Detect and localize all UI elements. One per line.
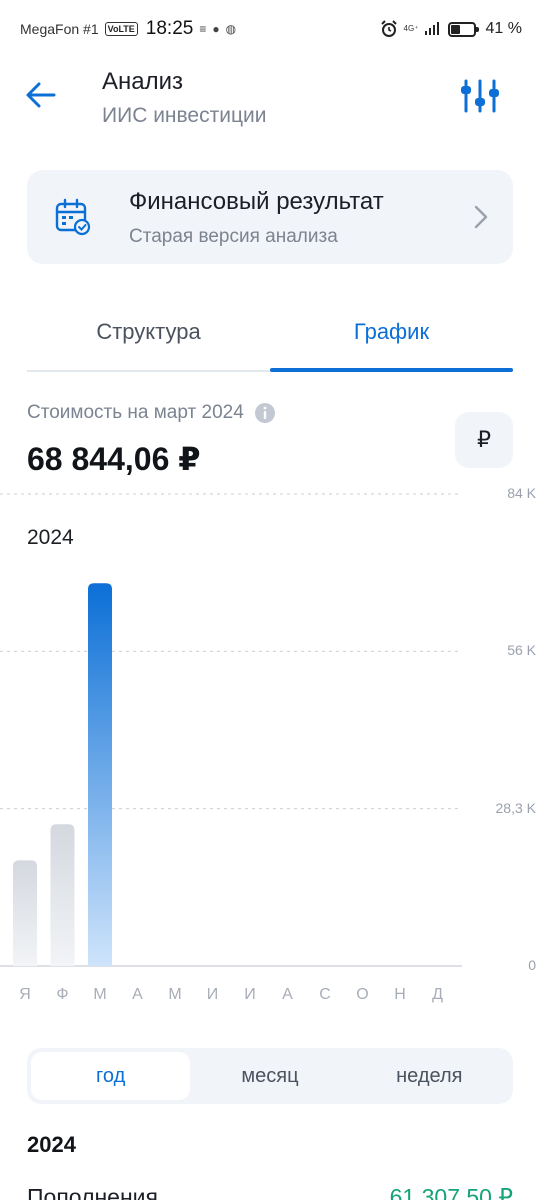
summary-row-value: 61 307,50 ₽ bbox=[389, 1184, 513, 1200]
chevron-right-icon bbox=[474, 205, 488, 229]
status-bar-left: MegaFon #1 VoLTE 18:25 ≡ ● ◍ bbox=[20, 18, 236, 40]
x-tick-label: А bbox=[282, 986, 293, 1003]
filter-sliders-icon[interactable] bbox=[460, 78, 500, 114]
x-tick-label: О bbox=[356, 986, 369, 1003]
notification-icon: ≡ bbox=[199, 22, 207, 36]
tab-structure[interactable]: Структура bbox=[27, 298, 270, 370]
period-week[interactable]: неделя bbox=[350, 1052, 509, 1100]
x-tick-label: Я bbox=[19, 986, 31, 1003]
y-tick-label: 84 K bbox=[507, 485, 536, 501]
x-tick-label: А bbox=[132, 986, 143, 1003]
portfolio-value-label: Стоимость на март 2024 bbox=[27, 402, 276, 424]
signal-icon bbox=[424, 22, 439, 35]
summary-row-deposits: Пополнения 61 307,50 ₽ bbox=[27, 1184, 513, 1200]
status-time: 18:25 bbox=[145, 18, 194, 39]
x-tick-label: И bbox=[244, 986, 256, 1003]
currency-toggle-button[interactable]: ₽ bbox=[455, 412, 513, 468]
battery-percent: 41 % bbox=[485, 20, 522, 37]
portfolio-value-amount: 68 844,06 ₽ bbox=[27, 441, 201, 477]
chart-bar[interactable] bbox=[88, 583, 112, 966]
x-tick-label: Ф bbox=[56, 986, 69, 1003]
x-tick-label: Д bbox=[432, 986, 443, 1003]
chart-canvas bbox=[0, 493, 462, 967]
period-month[interactable]: месяц bbox=[190, 1052, 349, 1100]
x-tick-label: С bbox=[319, 986, 331, 1003]
carrier-name: MegaFon #1 bbox=[20, 21, 99, 37]
alarm-icon bbox=[380, 20, 397, 37]
chart-year-label: 2024 bbox=[27, 526, 74, 549]
x-tick-label: М bbox=[168, 986, 182, 1003]
page-subtitle: ИИС инвестиции bbox=[102, 104, 267, 127]
network-type: 4G⁺ bbox=[403, 24, 419, 33]
y-tick-label: 28,3 K bbox=[495, 799, 536, 816]
chart-bar[interactable] bbox=[13, 860, 37, 966]
x-tick-label: И bbox=[206, 986, 219, 1003]
y-tick-label: 0 bbox=[528, 957, 536, 973]
period-year[interactable]: год bbox=[31, 1052, 191, 1100]
active-tab-indicator bbox=[270, 368, 513, 372]
portfolio-value-caption: Стоимость на март 2024 bbox=[27, 402, 244, 423]
battery-icon bbox=[447, 21, 479, 37]
chart-bar[interactable] bbox=[50, 824, 75, 966]
financial-result-subtitle: Старая версия анализа bbox=[129, 226, 338, 247]
calendar-check-icon bbox=[55, 198, 91, 236]
page-title: Анализ bbox=[102, 68, 184, 95]
summary-year: 2024 bbox=[27, 1132, 76, 1157]
volte-badge: VoLTE bbox=[104, 22, 138, 36]
info-icon[interactable] bbox=[254, 402, 276, 424]
summary-row-label: Пополнения bbox=[27, 1184, 158, 1200]
battery-level bbox=[450, 24, 460, 34]
chat-icon: ● bbox=[212, 22, 220, 36]
back-arrow-icon[interactable] bbox=[22, 76, 60, 114]
y-tick-label: 56 K bbox=[507, 642, 536, 659]
x-tick-label: Н bbox=[394, 986, 406, 1003]
financial-result-card[interactable]: Финансовый результат Старая версия анали… bbox=[27, 170, 513, 264]
period-selector: год месяц неделя bbox=[27, 1048, 513, 1104]
view-tabs: Структура График bbox=[27, 298, 513, 372]
app-header: Анализ ИИС инвестиции bbox=[0, 58, 540, 138]
status-bar-right: 4G⁺ 41 % bbox=[380, 20, 522, 38]
app-icon: ◍ bbox=[225, 22, 237, 36]
status-bar: MegaFon #1 VoLTE 18:25 ≡ ● ◍ 4G⁺ 41 % bbox=[0, 0, 540, 58]
value-chart: 2024 0 28,3 K 56 K 84 K Я Ф М А М И И А С О Н Д bbox=[0, 480, 540, 1020]
tab-chart[interactable]: График bbox=[270, 298, 513, 370]
x-tick-label: М bbox=[93, 986, 107, 1003]
financial-result-title: Финансовый результат bbox=[129, 188, 384, 215]
